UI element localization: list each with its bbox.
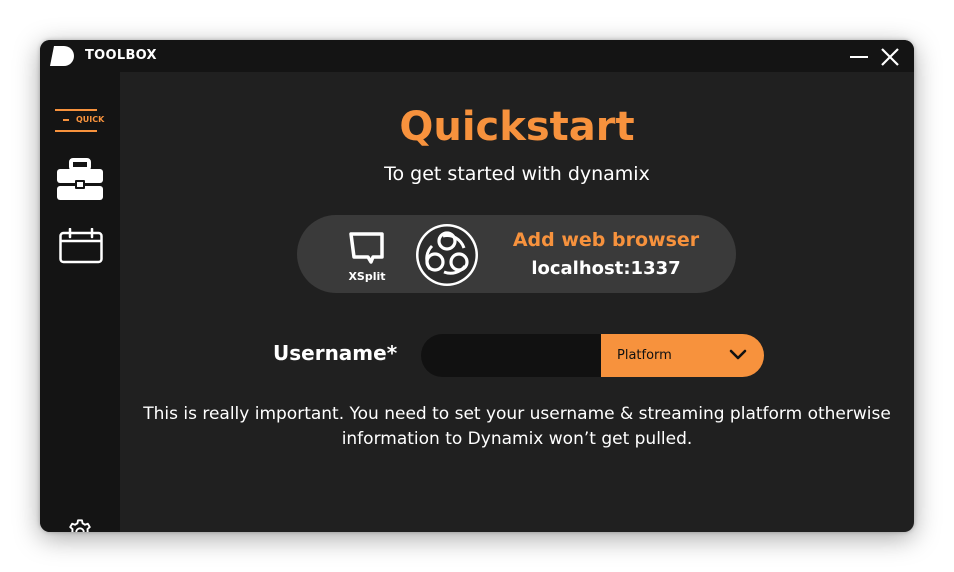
xsplit-label: XSplit xyxy=(348,270,386,283)
platform-selected-value: Platform xyxy=(617,348,672,363)
minimize-icon xyxy=(850,56,868,58)
toolbox-icon xyxy=(57,158,103,200)
quick-bottom-line xyxy=(55,130,97,132)
username-input[interactable] xyxy=(421,334,611,377)
app-title: TOOLBOX xyxy=(85,48,157,63)
title-bar[interactable]: TOOLBOX xyxy=(40,40,914,72)
main-content: Quickstart To get started with dynamix X… xyxy=(120,72,914,532)
minimize-button[interactable] xyxy=(848,46,870,68)
page-title: Quickstart xyxy=(399,104,635,150)
obs-button[interactable] xyxy=(414,222,480,288)
chevron-down-icon xyxy=(729,349,747,360)
quickstart-icon xyxy=(63,119,69,121)
sidebar-item-calendar[interactable] xyxy=(59,227,103,264)
dynamix-logo xyxy=(50,46,74,66)
username-notice: This is really important. You need to se… xyxy=(143,404,891,449)
add-web-browser-label: Add web browser xyxy=(512,229,700,251)
app-window: TOOLBOX QUICK Quickstart To get started … xyxy=(40,40,914,532)
close-icon xyxy=(881,48,899,66)
sidebar: QUICK xyxy=(40,72,120,532)
calendar-icon xyxy=(59,227,103,264)
xsplit-icon xyxy=(349,232,384,264)
quick-top-line xyxy=(55,109,97,111)
sidebar-item-toolbox[interactable] xyxy=(56,158,104,202)
xsplit-button[interactable]: XSplit xyxy=(345,229,389,283)
close-button[interactable] xyxy=(879,46,901,68)
sidebar-item-quickstart[interactable]: QUICK xyxy=(55,109,105,132)
settings-button[interactable] xyxy=(66,518,94,532)
platform-dropdown[interactable]: Platform xyxy=(601,334,764,377)
page-subtitle: To get started with dynamix xyxy=(384,163,650,185)
sidebar-item-label: QUICK xyxy=(76,115,105,124)
browser-source-panel: XSplit Add web browser localhost:1337 xyxy=(297,215,736,293)
browser-source-url: localhost:1337 xyxy=(531,258,681,279)
gear-icon xyxy=(69,519,91,532)
obs-icon xyxy=(416,224,478,286)
username-label: Username* xyxy=(273,341,398,365)
